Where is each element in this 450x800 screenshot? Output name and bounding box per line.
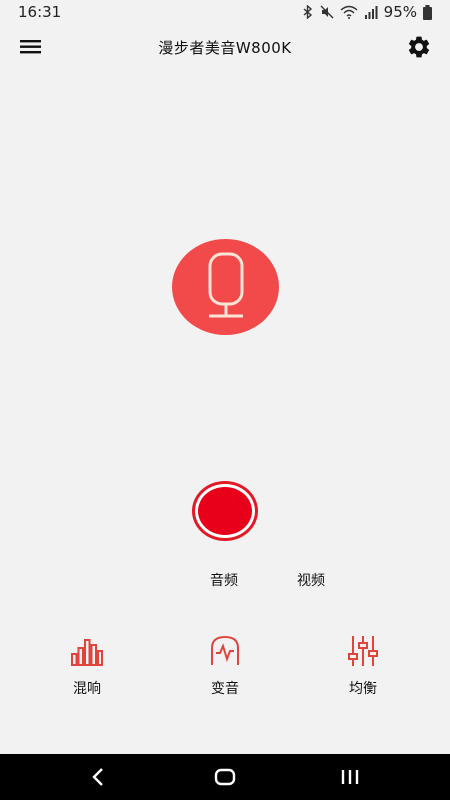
tool-reverb-label: 混响 [73, 681, 101, 697]
equalizer-icon [348, 636, 378, 666]
tool-equalizer-label: 均衡 [349, 681, 377, 697]
wifi-icon [340, 5, 358, 19]
settings-gear-icon[interactable] [406, 34, 432, 60]
home-icon[interactable] [210, 766, 240, 788]
mode-audio[interactable]: 音频 [210, 570, 238, 590]
tool-reverb[interactable]: 混响 [47, 634, 127, 698]
status-time: 16:31 [18, 3, 62, 21]
bars-icon [71, 639, 103, 666]
tool-voice-change[interactable]: 变音 [185, 634, 265, 698]
tool-voice-change-label: 变音 [211, 681, 239, 697]
voice-change-icon [211, 635, 239, 665]
mute-icon [320, 5, 334, 19]
app-title: 漫步者美音W800K [158, 38, 292, 57]
record-button[interactable] [192, 481, 258, 541]
status-icons: 95% [302, 3, 432, 21]
mode-video[interactable]: 视频 [297, 570, 325, 590]
microphone-icon [208, 252, 243, 318]
status-bar: 16:31 95% [0, 0, 450, 24]
signal-icon [364, 6, 378, 19]
app-bar: 漫步者美音W800K [0, 24, 450, 70]
microphone-display [172, 239, 279, 335]
tool-equalizer[interactable]: 均衡 [323, 634, 403, 698]
bluetooth-icon [303, 5, 312, 19]
menu-icon[interactable] [18, 36, 44, 58]
battery-icon [423, 4, 432, 20]
record-button-core [198, 487, 252, 535]
recents-icon[interactable] [335, 766, 365, 788]
back-icon[interactable] [84, 766, 114, 788]
navigation-bar [0, 754, 450, 800]
battery-percent: 95% [383, 3, 417, 21]
